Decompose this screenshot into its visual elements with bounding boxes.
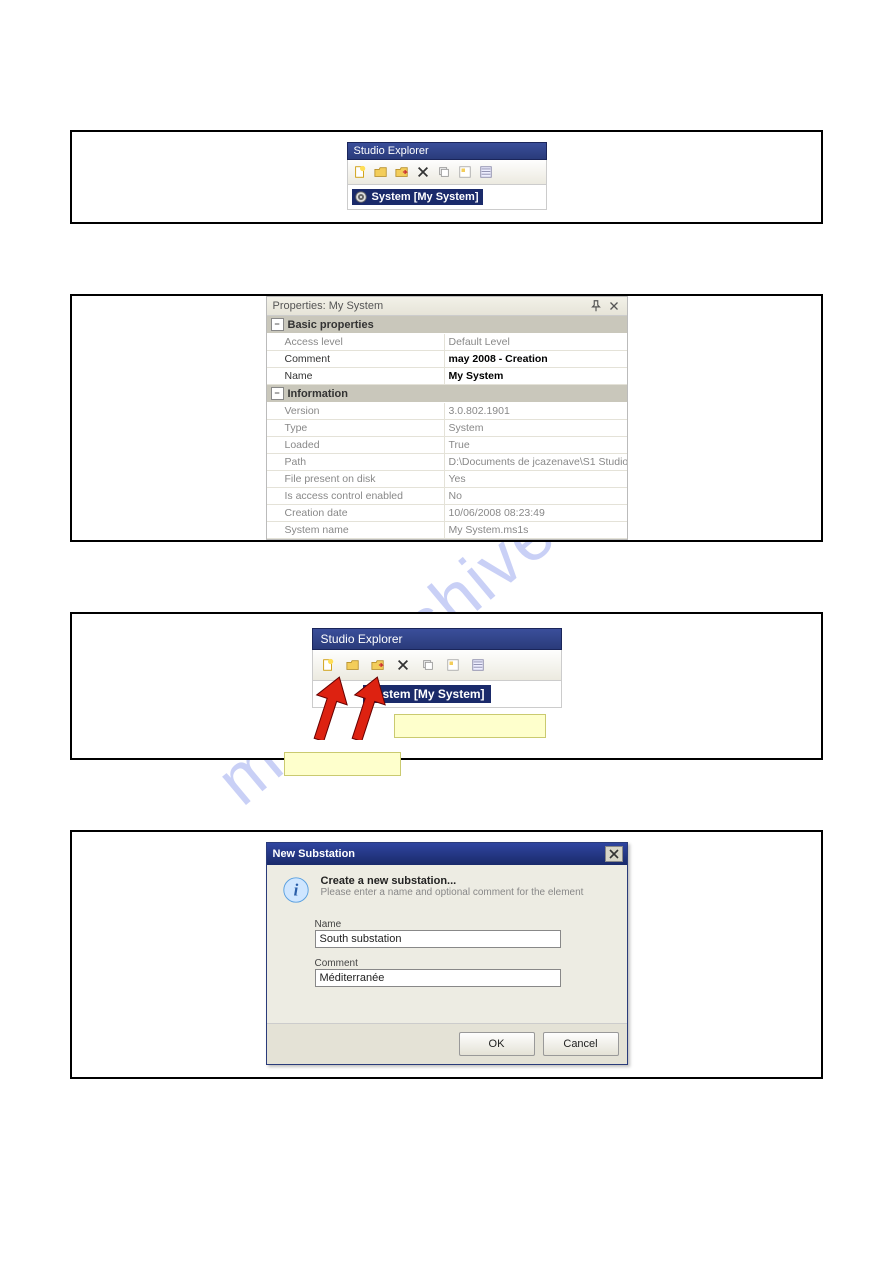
prop-row: PathD:\Documents de jcazenave\S1 Studio	[267, 454, 627, 471]
tree-node-label: System [My System]	[372, 191, 479, 203]
prop-label: Is access control enabled	[267, 488, 445, 504]
properties-icon[interactable]	[441, 653, 465, 677]
prop-label: Path	[267, 454, 445, 470]
comment-label: Comment	[315, 958, 613, 969]
prop-row: LoadedTrue	[267, 437, 627, 454]
prop-row: Access level Default Level	[267, 334, 627, 351]
properties-icon[interactable]	[455, 162, 475, 182]
properties-title-text: Properties: My System	[273, 300, 384, 312]
prop-label: Access level	[267, 334, 445, 350]
prop-row: File present on diskYes	[267, 471, 627, 488]
panel-title: Studio Explorer	[312, 628, 562, 650]
prop-value: D:\Documents de jcazenave\S1 Studio	[445, 454, 627, 470]
prop-row: TypeSystem	[267, 420, 627, 437]
delete-icon[interactable]	[391, 653, 415, 677]
prop-row[interactable]: Name My System	[267, 368, 627, 385]
name-label: Name	[315, 919, 613, 930]
prop-label: File present on disk	[267, 471, 445, 487]
explorer-toolbar	[347, 160, 547, 185]
prop-label: Loaded	[267, 437, 445, 453]
properties-panel: Properties: My System − Basic properties…	[266, 296, 628, 540]
annotation-arrow-icon	[338, 670, 388, 740]
view-mode-icon[interactable]	[466, 653, 490, 677]
cancel-button[interactable]: Cancel	[543, 1032, 619, 1056]
dialog-title-bar[interactable]: New Substation	[267, 843, 627, 865]
close-icon[interactable]	[607, 299, 621, 313]
prop-value: No	[445, 488, 627, 504]
frame-explorer-basic: Studio Explorer System [My System]	[70, 130, 823, 224]
section-label: Basic properties	[288, 319, 374, 331]
prop-row[interactable]: Comment may 2008 - Creation	[267, 351, 627, 368]
name-input[interactable]	[315, 930, 561, 948]
prop-value: Default Level	[445, 334, 627, 350]
studio-explorer-panel: Studio Explorer System [My System]	[347, 142, 547, 210]
prop-value: Yes	[445, 471, 627, 487]
copy-icon[interactable]	[434, 162, 454, 182]
prop-label: System name	[267, 522, 445, 538]
comment-input[interactable]	[315, 969, 561, 987]
svg-text:i: i	[293, 881, 298, 900]
panel-title: Studio Explorer	[347, 142, 547, 160]
frame-explorer-annotated: Studio Explorer stem [My System]	[70, 612, 823, 760]
prop-label: Version	[267, 403, 445, 419]
prop-value[interactable]: may 2008 - Creation	[445, 351, 627, 367]
dialog-heading: Create a new substation...	[321, 875, 584, 887]
frame-properties: Properties: My System − Basic properties…	[70, 294, 823, 542]
prop-label: Type	[267, 420, 445, 436]
prop-label: Comment	[267, 351, 445, 367]
info-icon: i	[281, 875, 311, 905]
prop-row: System nameMy System.ms1s	[267, 522, 627, 539]
prop-label: Creation date	[267, 505, 445, 521]
copy-icon[interactable]	[416, 653, 440, 677]
collapse-icon[interactable]: −	[271, 387, 284, 400]
system-icon	[354, 190, 368, 204]
prop-value: True	[445, 437, 627, 453]
prop-value: System	[445, 420, 627, 436]
section-information[interactable]: − Information	[267, 385, 627, 403]
dialog-close-button[interactable]	[605, 846, 623, 862]
prop-value: 10/06/2008 08:23:49	[445, 505, 627, 521]
annotation-box	[284, 752, 401, 776]
studio-explorer-annotated: Studio Explorer stem [My System]	[312, 628, 562, 708]
collapse-icon[interactable]: −	[271, 318, 284, 331]
dialog-subtext: Please enter a name and optional comment…	[321, 887, 584, 900]
ok-button[interactable]: OK	[459, 1032, 535, 1056]
close-icon	[609, 849, 619, 859]
new-icon[interactable]	[350, 162, 370, 182]
properties-title-bar: Properties: My System	[267, 297, 627, 316]
frame-new-substation-dialog: New Substation i Create a new substation…	[70, 830, 823, 1079]
delete-icon[interactable]	[413, 162, 433, 182]
tree-node-system[interactable]: System [My System]	[352, 189, 483, 205]
prop-value: 3.0.802.1901	[445, 403, 627, 419]
dialog-footer: OK Cancel	[267, 1023, 627, 1064]
annotation-box	[394, 714, 546, 738]
prop-row: Version3.0.802.1901	[267, 403, 627, 420]
folder-arrow-icon[interactable]	[392, 162, 412, 182]
prop-label: Name	[267, 368, 445, 384]
open-folder-icon[interactable]	[371, 162, 391, 182]
prop-row: Is access control enabledNo	[267, 488, 627, 505]
view-mode-icon[interactable]	[476, 162, 496, 182]
dialog-title-text: New Substation	[273, 848, 356, 860]
prop-row: Creation date10/06/2008 08:23:49	[267, 505, 627, 522]
prop-value[interactable]: My System	[445, 368, 627, 384]
new-substation-dialog: New Substation i Create a new substation…	[266, 842, 628, 1065]
prop-value: My System.ms1s	[445, 522, 627, 538]
section-basic[interactable]: − Basic properties	[267, 316, 627, 334]
pin-icon[interactable]	[589, 299, 603, 313]
tree-node-label: stem [My System]	[383, 687, 485, 701]
section-label: Information	[288, 388, 349, 400]
